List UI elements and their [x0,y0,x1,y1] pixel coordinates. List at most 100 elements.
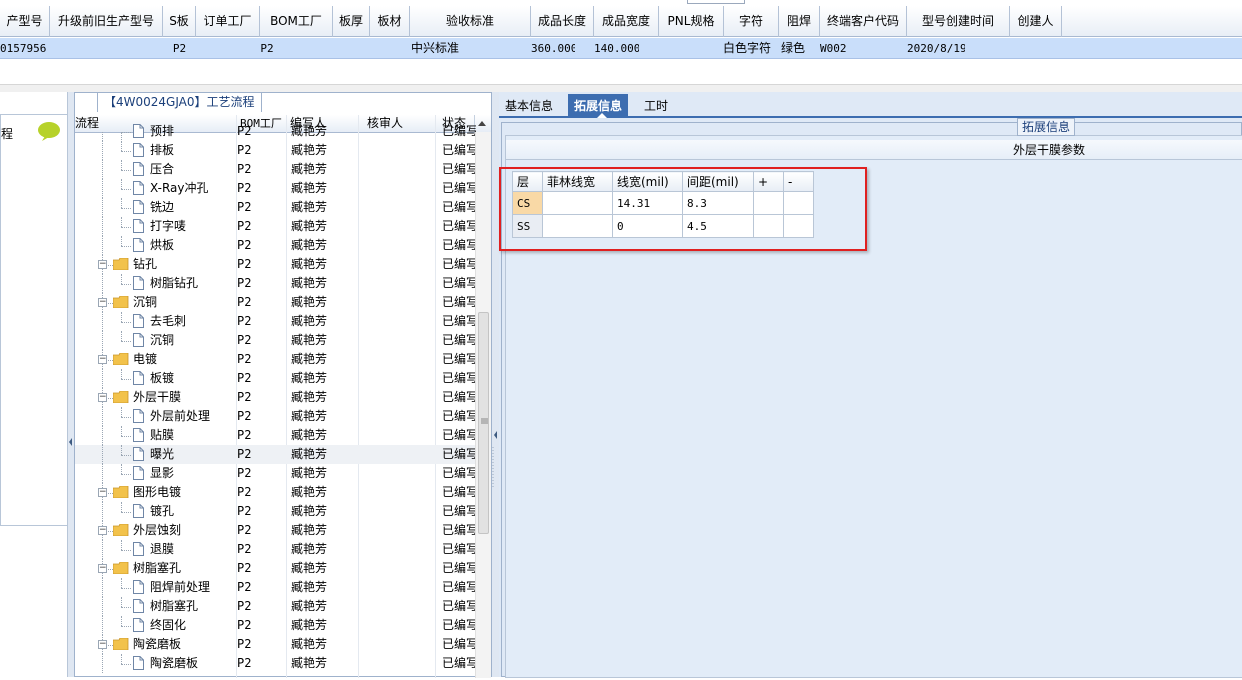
collapse-center-arrow-icon[interactable] [492,92,499,677]
add-row-button[interactable]: + [753,171,784,192]
flow-step-name: 排板 [150,143,175,157]
cell-layer[interactable]: CS [512,191,543,215]
flow-step-name: 烘板 [150,238,175,252]
tree-item-row[interactable]: 板镀 P2 臧艳芳 已编写 [75,369,476,388]
tree-item-row[interactable]: 阻焊前处理 P2 臧艳芳 已编写 [75,578,476,597]
cell-spacing[interactable]: 4.5 [682,214,754,238]
tree-item-row[interactable]: X-Ray冲孔 P2 臧艳芳 已编写 [75,179,476,198]
collapse-toggle-icon[interactable]: − [98,526,107,535]
tree-item-row[interactable]: 显影 P2 臧艳芳 已编写 [75,464,476,483]
col-header-model-no[interactable]: 产型号 [0,6,50,37]
collapse-toggle-icon[interactable]: − [98,393,107,402]
tree-item-row[interactable]: 贴膜 P2 臧艳芳 已编写 [75,426,476,445]
cell-created-time: 2020/8/19 [907,42,965,55]
top-splitter-handle[interactable] [687,0,745,4]
model-grid-hscrollbar[interactable] [0,84,1242,92]
tree-connector [121,331,122,341]
col-header-created-time[interactable]: 型号创建时间 [907,6,1010,37]
col-header-old-model-no[interactable]: 升级前旧生产型号 [50,6,163,37]
col-header-acceptance[interactable]: 验收标准 [410,6,531,37]
col-header-reviewer[interactable]: 核审人 [359,115,436,133]
col-header-s-board[interactable]: S板 [163,6,196,37]
flow-step-bom-factory: P2 [237,276,252,290]
tree-group-row[interactable]: − 外层干膜 P2 臧艳芳 已编写 [75,388,476,407]
cell-line-width[interactable]: 14.31 [612,191,683,215]
flow-step-bom-factory: P2 [237,542,252,556]
tree-group-row[interactable]: − 树脂塞孔 P2 臧艳芳 已编写 [75,559,476,578]
col-header-length[interactable]: 成品长度 [531,6,594,37]
collapse-toggle-icon[interactable]: − [98,488,107,497]
tree-item-row[interactable]: 沉铜 P2 臧艳芳 已编写 [75,331,476,350]
tree-item-row[interactable]: 预排 P2 臧艳芳 已编写 [75,124,476,142]
tree-item-row[interactable]: 曝光 P2 臧艳芳 已编写 [75,445,476,464]
cell-length: 360.000 [531,42,575,55]
col-header-bom-factory[interactable]: BOM工厂 [260,6,333,37]
col-header-character[interactable]: 字符 [724,6,779,37]
col-header-layer[interactable]: 层 [512,171,543,192]
chat-bubble-icon[interactable] [37,121,61,141]
col-header-spacing[interactable]: 间距(mil) [682,171,754,192]
tree-connector [121,654,122,664]
tab-basic-info[interactable]: 基本信息 [499,94,559,118]
tree-item-row[interactable]: 树脂钻孔 P2 臧艳芳 已编写 [75,274,476,293]
process-flow-rows: 预排 P2 臧艳芳 已编写 排板 P2 臧艳芳 已编写 压合 P2 臧艳芳 已编写 X-Ray冲孔 P2 臧… [75,124,476,673]
tree-group-row[interactable]: − 沉铜 P2 臧艳芳 已编写 [75,293,476,312]
col-header-material[interactable]: 板材 [370,6,410,37]
tree-item-row[interactable]: 去毛刺 P2 臧艳芳 已编写 [75,312,476,331]
flow-step-name: 阻焊前处理 [150,580,211,594]
flow-step-bom-factory: P2 [237,466,252,480]
tab-work-hours[interactable]: 工时 [638,94,674,118]
flow-step-status: 已编写 [442,618,476,632]
cell-film-width[interactable] [542,191,613,215]
tree-item-row[interactable]: 终固化 P2 臧艳芳 已编写 [75,616,476,635]
cell-layer[interactable]: SS [512,214,543,238]
tree-group-row[interactable]: − 电镀 P2 臧艳芳 已编写 [75,350,476,369]
process-flow-vscrollbar[interactable] [475,132,491,678]
tree-connector [102,578,103,597]
col-header-creator[interactable]: 创建人 [1010,6,1062,37]
collapse-toggle-icon[interactable]: − [98,298,107,307]
tree-group-row[interactable]: − 陶瓷磨板 P2 臧艳芳 已编写 [75,635,476,654]
tree-item-row[interactable]: 陶瓷磨板 P2 臧艳芳 已编写 [75,654,476,673]
tree-item-row[interactable]: 退膜 P2 臧艳芳 已编写 [75,540,476,559]
center-splitter[interactable] [492,92,499,677]
tree-item-row[interactable]: 排板 P2 臧艳芳 已编写 [75,141,476,160]
tree-group-row[interactable]: − 钻孔 P2 臧艳芳 已编写 [75,255,476,274]
col-header-order-factory[interactable]: 订单工厂 [196,6,260,37]
tree-item-row[interactable]: 烘板 P2 臧艳芳 已编写 [75,236,476,255]
tree-item-row[interactable]: 铣边 P2 臧艳芳 已编写 [75,198,476,217]
model-grid-row[interactable]: 0157956 P2 P2 中兴标准 360.000 140.000 白色字符 … [0,38,1242,59]
flow-step-bom-factory: P2 [237,162,252,176]
flow-step-status: 已编写 [442,257,476,271]
collapse-toggle-icon[interactable]: − [98,564,107,573]
tree-item-row[interactable]: 树脂塞孔 P2 臧艳芳 已编写 [75,597,476,616]
tree-item-row[interactable]: 压合 P2 臧艳芳 已编写 [75,160,476,179]
col-header-solder-mask[interactable]: 阻焊 [779,6,820,37]
col-header-width[interactable]: 成品宽度 [594,6,659,37]
cell-spacing[interactable]: 8.3 [682,191,754,215]
param-row-cs[interactable]: CS 14.31 8.3 [512,191,814,215]
remove-row-button[interactable]: - [783,171,814,192]
tree-item-row[interactable]: 打字唛 P2 臧艳芳 已编写 [75,217,476,236]
tree-item-row[interactable]: 镀孔 P2 臧艳芳 已编写 [75,502,476,521]
col-header-thickness[interactable]: 板厚 [333,6,370,37]
col-header-line-width[interactable]: 线宽(mil) [612,171,683,192]
flow-step-status: 已编写 [442,447,476,461]
document-icon [133,428,144,442]
folder-icon [113,391,129,403]
col-header-film-width[interactable]: 菲林线宽 [542,171,613,192]
scroll-up-arrow-icon[interactable] [477,119,487,127]
col-header-end-customer-code[interactable]: 终端客户代码 [820,6,907,37]
tree-group-row[interactable]: − 图形电镀 P2 臧艳芳 已编写 [75,483,476,502]
col-header-pnl-spec[interactable]: PNL规格 [659,6,724,37]
tree-connector [121,626,131,627]
tree-group-row[interactable]: − 外层蚀刻 P2 臧艳芳 已编写 [75,521,476,540]
collapse-toggle-icon[interactable]: − [98,640,107,649]
tree-item-row[interactable]: 外层前处理 P2 臧艳芳 已编写 [75,407,476,426]
collapse-toggle-icon[interactable]: − [98,355,107,364]
cell-film-width[interactable] [542,214,613,238]
scroll-thumb[interactable] [478,312,489,534]
collapse-toggle-icon[interactable]: − [98,260,107,269]
cell-line-width[interactable]: 0 [612,214,683,238]
param-row-ss[interactable]: SS 0 4.5 [512,214,814,238]
